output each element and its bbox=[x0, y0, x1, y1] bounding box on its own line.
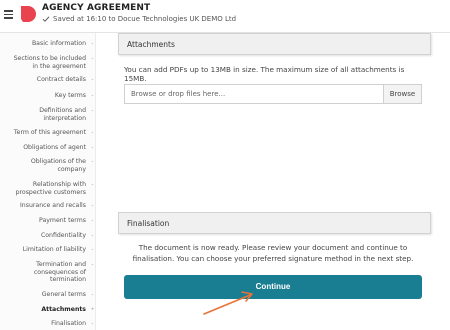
top-bar: AGENCY AGREEMENT Saved at 16:10 to Docue… bbox=[0, 0, 450, 33]
sidebar-item-label: Confidentiality bbox=[40, 232, 86, 239]
save-status-text: Saved at 16:10 to Docue Technologies UK … bbox=[53, 15, 237, 23]
attachments-info: You can add PDFs up to 13MB in size. The… bbox=[124, 65, 405, 83]
sidebar-item-label: Basic information bbox=[31, 40, 86, 47]
check-icon bbox=[42, 16, 50, 22]
save-status: Saved at 16:10 to Docue Technologies UK … bbox=[42, 15, 236, 23]
nav-dot-icon: • bbox=[90, 306, 95, 313]
sidebar-item-payment-terms[interactable]: Payment terms - bbox=[0, 217, 96, 225]
sidebar-item-label: Definitions and interpretation bbox=[39, 107, 86, 122]
nav-dot-icon: - bbox=[91, 55, 94, 62]
nav-dot-icon: - bbox=[91, 158, 94, 165]
attachments-heading: Attachments bbox=[118, 33, 431, 55]
sidebar-item-label: Attachments bbox=[41, 306, 86, 313]
nav-dot-icon: - bbox=[91, 129, 94, 136]
sidebar-item-attachments[interactable]: Attachments • bbox=[0, 306, 96, 314]
sidebar-item-label: Sections to be included in the agreement bbox=[13, 55, 86, 70]
nav-dot-icon: - bbox=[91, 144, 94, 151]
menu-icon[interactable] bbox=[4, 10, 13, 19]
sidebar-item-finalisation[interactable]: Finalisation - bbox=[0, 320, 96, 328]
file-drop-input[interactable]: Browse or drop files here... bbox=[124, 84, 384, 104]
nav-dot-icon: - bbox=[91, 217, 94, 224]
sidebar-item-label: Relationship with prospective customers bbox=[15, 181, 86, 196]
docue-logo[interactable] bbox=[21, 6, 36, 22]
sidebar-item-label: General terms bbox=[41, 291, 86, 298]
continue-button[interactable]: Continue bbox=[124, 275, 422, 299]
nav-dot-icon: - bbox=[91, 76, 94, 83]
sidebar-item-limitation[interactable]: Limitation of liability - bbox=[0, 246, 96, 254]
sidebar-item-basic-information[interactable]: Basic information - bbox=[0, 40, 96, 48]
nav-dot-icon: - bbox=[91, 40, 94, 47]
sidebar-item-label: Key terms bbox=[54, 92, 86, 99]
nav-dot-icon: - bbox=[91, 320, 94, 327]
finalisation-info: The document is now ready. Please review… bbox=[132, 243, 414, 263]
nav-dot-icon: - bbox=[91, 246, 94, 253]
section-nav: Basic information - Sections to be includ… bbox=[0, 33, 96, 330]
sidebar-item-confidentiality[interactable]: Confidentiality - bbox=[0, 232, 96, 240]
sidebar-item-term[interactable]: Term of this agreement - bbox=[0, 129, 96, 137]
sidebar-item-relationship[interactable]: Relationship with prospective customers - bbox=[0, 181, 96, 196]
sidebar-item-termination[interactable]: Termination and consequences of terminat… bbox=[0, 261, 96, 284]
pointer-arrow-icon bbox=[203, 291, 253, 315]
sidebar-item-label: Termination and consequences of terminat… bbox=[33, 261, 86, 283]
browse-button[interactable]: Browse bbox=[383, 84, 422, 104]
sidebar-item-contract-details[interactable]: Contract details - bbox=[0, 76, 96, 84]
nav-dot-icon: - bbox=[91, 261, 94, 268]
nav-dot-icon: - bbox=[91, 291, 94, 298]
nav-dot-icon: - bbox=[91, 92, 94, 99]
sidebar-item-label: Insurance and recalls bbox=[19, 202, 86, 209]
sidebar-item-obligations-company[interactable]: Obligations of the company - bbox=[0, 158, 96, 173]
sidebar-item-label: Payment terms bbox=[39, 217, 86, 224]
sidebar-item-label: Term of this agreement bbox=[13, 129, 86, 136]
sidebar-item-label: Obligations of the company bbox=[30, 158, 86, 173]
finalisation-heading: Finalisation bbox=[118, 212, 431, 234]
document-title: AGENCY AGREEMENT bbox=[42, 3, 151, 13]
sidebar-item-sections[interactable]: Sections to be included in the agreement… bbox=[0, 55, 96, 70]
sidebar-item-label: Contract details bbox=[36, 76, 86, 83]
nav-dot-icon: - bbox=[91, 202, 94, 209]
sidebar-item-definitions[interactable]: Definitions and interpretation - bbox=[0, 107, 96, 122]
sidebar-item-label: Finalisation bbox=[51, 320, 86, 327]
sidebar-item-insurance[interactable]: Insurance and recalls - bbox=[0, 202, 96, 210]
sidebar-item-obligations-agent[interactable]: Obligations of agent - bbox=[0, 144, 96, 152]
nav-dot-icon: - bbox=[91, 181, 94, 188]
sidebar-item-label: Obligations of agent bbox=[23, 144, 86, 151]
sidebar-item-label: Limitation of liability bbox=[22, 246, 86, 253]
sidebar-item-general-terms[interactable]: General terms - bbox=[0, 291, 96, 299]
sidebar-item-key-terms[interactable]: Key terms - bbox=[0, 92, 96, 100]
nav-dot-icon: - bbox=[91, 232, 94, 239]
nav-dot-icon: - bbox=[91, 107, 94, 114]
